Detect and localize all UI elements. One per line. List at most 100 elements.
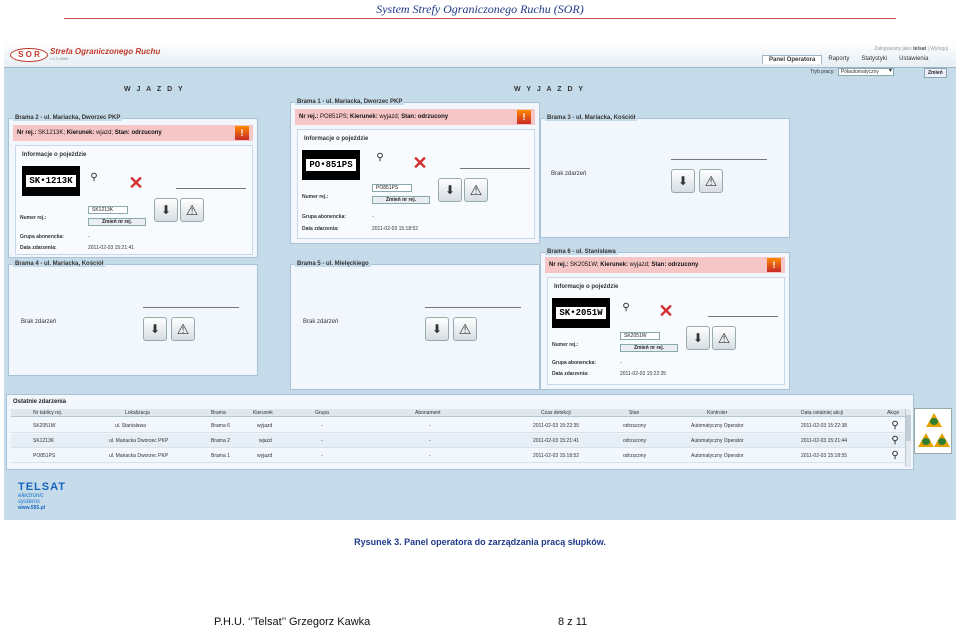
col-header[interactable]: Lokalizacja: [125, 409, 150, 417]
col-header[interactable]: Czas detekcji: [541, 409, 571, 417]
col-header[interactable]: Kierunek: [253, 409, 273, 417]
gate-6-title: Brama 6 - ul. Stanisława: [545, 249, 618, 255]
gate-6-info-title: Informacje o pojeździe: [554, 284, 619, 290]
zoom-icon[interactable]: ⚲: [374, 152, 386, 164]
gate-6-change-reg-button[interactable]: Zmień nr rej.: [620, 344, 678, 352]
col-header[interactable]: Nr tablicy rej.: [33, 409, 62, 417]
login-prefix: Zalogowany jako: [874, 46, 912, 52]
warning-icon[interactable]: ⚠: [699, 169, 723, 193]
gate-6-date-label: Data zdarzenia:: [552, 371, 589, 377]
barrier-down-icon[interactable]: ⬇: [686, 326, 710, 350]
gate-3-input-line: [671, 159, 767, 160]
header-rule: [64, 18, 896, 19]
alarm-icon: !: [235, 126, 249, 140]
gate-2-date-label: Data zdarzenia:: [20, 245, 57, 251]
gate-5-input-line: [425, 307, 521, 308]
gate-1-plate-image: PO•851PS: [302, 150, 360, 180]
zoom-icon[interactable]: ⚲: [889, 435, 901, 447]
gate-6-reg-label: Numer rej.:: [552, 342, 579, 348]
gate-6-info-box: Informacje o pojeździe SK•2051W ⚲ ✕ ⬇ ⚠ …: [547, 277, 785, 385]
gate-6-alert: Nr rej.: SK2051W; Kierunek: wyjazd; Stan…: [545, 257, 785, 273]
gate-6-input-line: [708, 316, 778, 317]
gate-1-title: Brama 1 - ul. Mariacka, Dworzec PKP: [295, 99, 405, 105]
table-row[interactable]: SK1213K ul. Mariacka Dworzec PKP Brama 2…: [11, 434, 911, 448]
table-row[interactable]: SK2051W ul. Stanisława Brama 6 wyjazd - …: [11, 419, 911, 433]
gate-1-change-reg-button[interactable]: Zmień nr rej.: [372, 196, 430, 204]
document-header-title: System Strefy Ograniczonego Ruchu (SOR): [376, 2, 584, 16]
table-row[interactable]: PO851PS ul. Mariacka Dworzec PKP Brama 1…: [11, 449, 911, 463]
col-header[interactable]: Abonament: [415, 409, 441, 417]
col-header[interactable]: Grupa: [315, 409, 329, 417]
entries-heading: W J A Z D Y: [124, 86, 185, 93]
gate-1-alert: Nr rej.: PO851PS; Kierunek: wyjazd; Stan…: [295, 109, 535, 125]
recent-events-panel: Ostatnie zdarzenia Nr tablicy rej. Lokal…: [6, 394, 914, 470]
footer-company: P.H.U. ‘’Telsat’’ Grzegorz Kawka: [214, 616, 371, 628]
barrier-down-icon[interactable]: ⬇: [143, 317, 167, 341]
gate-5-panel: Brama 5 - ul. Mielęckiego Brak zdarzeń ⬇…: [290, 261, 540, 390]
gate-2-date-value: 2011-02-03 15:21:41: [88, 245, 135, 251]
gate-1-group-value: -: [372, 214, 374, 220]
col-header[interactable]: Akcje: [887, 409, 899, 417]
tab-statystyki[interactable]: Statystyki: [855, 55, 893, 64]
gate-2-change-reg-button[interactable]: Zmień nr rej.: [88, 218, 146, 226]
logout-link[interactable]: Wyloguj: [930, 46, 948, 52]
reject-icon[interactable]: ✕: [128, 174, 144, 192]
events-scrollbar[interactable]: [905, 409, 911, 467]
gate-4-no-events: Brak zdarzeń: [21, 319, 57, 325]
warning-icon[interactable]: ⚠: [180, 198, 204, 222]
barrier-down-icon[interactable]: ⬇: [154, 198, 178, 222]
gate-2-group-value: -: [88, 234, 90, 240]
barrier-down-icon[interactable]: ⬇: [425, 317, 449, 341]
gate-5-title: Brama 5 - ul. Mielęckiego: [295, 261, 371, 267]
alarm-icon: !: [517, 110, 531, 124]
col-header[interactable]: Kontroler: [707, 409, 727, 417]
col-header[interactable]: Stan: [629, 409, 639, 417]
zoom-icon[interactable]: ⚲: [889, 450, 901, 462]
gate-1-reg-label: Numer rej.:: [302, 194, 329, 200]
triangle-top-icon: [926, 413, 942, 427]
gate-1-panel: Brama 1 - ul. Mariacka, Dworzec PKP Nr r…: [290, 99, 540, 244]
gate-2-info-title: Informacje o pojeździe: [22, 152, 87, 158]
warning-icon[interactable]: ⚠: [453, 317, 477, 341]
gate-2-group-label: Grupa abonencka:: [20, 234, 64, 240]
warning-icon[interactable]: ⚠: [171, 317, 195, 341]
barrier-down-icon[interactable]: ⬇: [438, 178, 462, 202]
exits-heading: W Y J A Z D Y: [514, 86, 585, 93]
mode-select[interactable]: Półautomatyczny: [837, 68, 894, 76]
col-header[interactable]: Brama: [211, 409, 226, 417]
gate-2-info-box: Informacje o pojeździe SK•1213K ⚲ ✕ ⬇ ⚠ …: [15, 145, 253, 255]
gate-3-title: Brama 3 - ul. Mariacka, Kościół: [545, 115, 638, 121]
gate-6-reg-field[interactable]: SK2051W: [620, 332, 660, 340]
col-header[interactable]: Data ostatniej akcji: [801, 409, 843, 417]
reject-icon[interactable]: ✕: [658, 302, 674, 320]
figure-caption: Rysunek 3. Panel operatora do zarządzani…: [354, 537, 606, 547]
zoom-icon[interactable]: ⚲: [889, 420, 901, 432]
mode-row: Tryb pracy: Półautomatyczny: [810, 68, 894, 76]
gate-1-group-label: Grupa abonencka:: [302, 214, 346, 220]
gate-1-reg-field[interactable]: PO851PS: [372, 184, 412, 192]
gate-6-plate-image: SK•2051W: [552, 298, 610, 328]
app-version: v.1.0.8888: [50, 56, 69, 61]
reject-icon[interactable]: ✕: [412, 154, 428, 172]
footer-page-number: 8 z 11: [558, 616, 588, 628]
zoom-icon[interactable]: ⚲: [88, 172, 100, 184]
barrier-down-icon[interactable]: ⬇: [671, 169, 695, 193]
gate-2-panel: Brama 2 - ul. Mariacka, Dworzec PKP Nr r…: [8, 115, 258, 258]
login-user: telsat: [913, 46, 927, 52]
tab-raporty[interactable]: Raporty: [822, 55, 855, 64]
tab-ustawienia[interactable]: Ustawienia: [893, 55, 934, 64]
warning-icon[interactable]: ⚠: [712, 326, 736, 350]
gate-1-info-box: Informacje o pojeździe PO•851PS ⚲ ✕ ⬇ ⚠ …: [297, 129, 535, 239]
gate-2-reg-field[interactable]: SK1213K: [88, 206, 128, 214]
warning-icon[interactable]: ⚠: [464, 178, 488, 202]
telsat-logo: TELSAT electronic systems www.555.pl: [18, 481, 66, 512]
app-topbar: S O R Strefa Ograniczonego Ruchu v.1.0.8…: [4, 42, 956, 68]
tab-panel-operatora[interactable]: Panel Operatora: [762, 55, 823, 64]
gate-1-date-label: Data zdarzenia:: [302, 226, 339, 232]
change-mode-button[interactable]: Zmień: [924, 68, 947, 78]
zoom-icon[interactable]: ⚲: [620, 302, 632, 314]
barrier-status-widget[interactable]: [914, 408, 952, 454]
gate-3-panel: Brama 3 - ul. Mariacka, Kościół Brak zda…: [540, 115, 790, 238]
scrollbar-thumb[interactable]: [906, 415, 911, 441]
main-nav: Panel Operatora Raporty Statystyki Ustaw…: [762, 55, 934, 64]
